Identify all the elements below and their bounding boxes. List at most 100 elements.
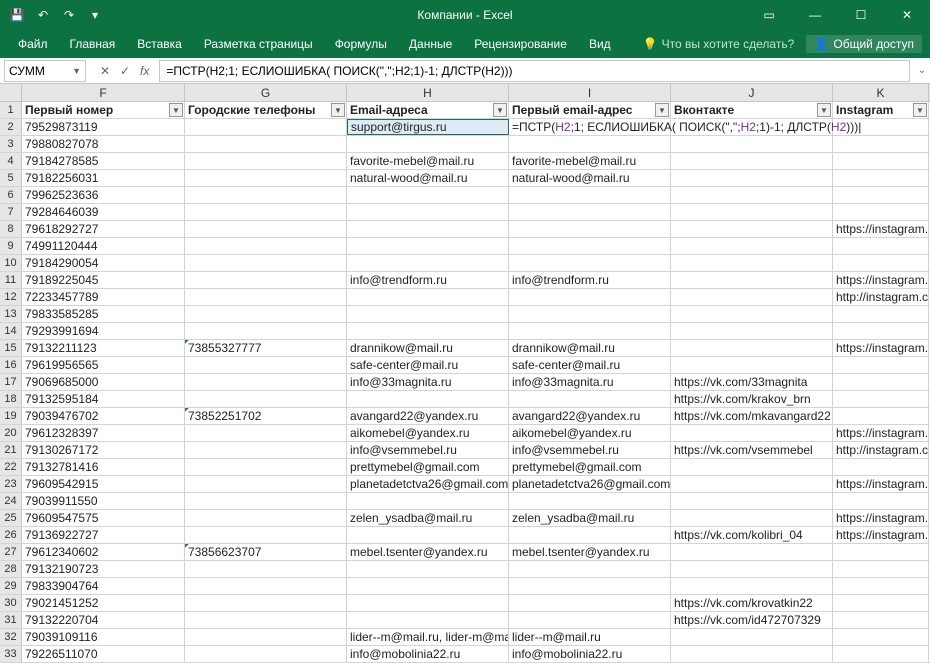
row-header[interactable]: 22 [0,459,22,475]
cell[interactable] [833,544,929,560]
cell[interactable] [185,289,347,305]
cell[interactable] [185,476,347,492]
cell[interactable] [185,238,347,254]
cell[interactable] [671,204,833,220]
row-header[interactable]: 4 [0,153,22,169]
row-header[interactable]: 30 [0,595,22,611]
cell[interactable] [833,204,929,220]
row-header[interactable]: 32 [0,629,22,645]
cell[interactable] [671,510,833,526]
row-header[interactable]: 21 [0,442,22,458]
tell-me-search[interactable]: 💡 Что вы хотите сделать? [643,37,795,51]
cell[interactable] [185,510,347,526]
cell[interactable] [185,425,347,441]
cell[interactable] [185,153,347,169]
cell[interactable] [347,323,509,339]
cell[interactable] [833,561,929,577]
cell[interactable] [833,459,929,475]
cell[interactable]: drannikow@mail.ru [347,340,509,356]
cell[interactable]: 79069685000 [22,374,185,390]
filter-button[interactable]: ▼ [913,103,927,117]
cell[interactable] [347,306,509,322]
cell[interactable]: safe-center@mail.ru [347,357,509,373]
maximize-button[interactable]: ☐ [838,0,884,30]
cell[interactable]: favorite-mebel@mail.ru [347,153,509,169]
cell[interactable]: https://vk.com/krovatkin22 [671,595,833,611]
cell[interactable] [185,442,347,458]
cell[interactable]: info@vsemmebel.ru [509,442,671,458]
cell[interactable]: 79880827078 [22,136,185,152]
cell[interactable]: 79293991694 [22,323,185,339]
ribbon-options-icon[interactable]: ▭ [746,0,792,30]
cell[interactable] [185,374,347,390]
cell[interactable]: https://instagram.co [833,340,929,356]
row-header[interactable]: 14 [0,323,22,339]
cell[interactable]: avangard22@yandex.ru [509,408,671,424]
cell[interactable]: 79619956565 [22,357,185,373]
tab-view[interactable]: Вид [579,32,621,56]
cell[interactable]: ◤73852251702 [185,408,347,424]
cell[interactable]: 79132595184 [22,391,185,407]
cell[interactable]: https://vk.com/33magnita [671,374,833,390]
cell[interactable]: 79612328397 [22,425,185,441]
cell[interactable] [347,391,509,407]
cell[interactable] [671,425,833,441]
cell[interactable] [185,595,347,611]
save-icon[interactable]: 💾 [6,4,28,26]
filter-button[interactable]: ▼ [817,103,831,117]
cell[interactable]: support@tirgus.ru [347,119,509,135]
cell[interactable]: 79226511070 [22,646,185,662]
cell[interactable]: info@vsemmebel.ru [347,442,509,458]
cell[interactable] [347,595,509,611]
column-header-J[interactable]: J [671,84,833,101]
cell[interactable] [509,612,671,628]
cell[interactable] [671,340,833,356]
cell[interactable] [509,595,671,611]
undo-icon[interactable]: ↶ [32,4,54,26]
cell[interactable] [833,595,929,611]
row-header[interactable]: 29 [0,578,22,594]
cell[interactable]: lider--m@mail.ru [509,629,671,645]
cell[interactable]: natural-wood@mail.ru [509,170,671,186]
cell[interactable] [185,612,347,628]
cell[interactable] [347,289,509,305]
cell[interactable] [833,238,929,254]
cell[interactable] [671,170,833,186]
tab-insert[interactable]: Вставка [127,32,192,56]
row-header[interactable]: 27 [0,544,22,560]
row-header[interactable]: 18 [0,391,22,407]
tab-file[interactable]: Файл [8,32,58,56]
cell[interactable] [185,527,347,543]
row-header[interactable]: 23 [0,476,22,492]
cell[interactable] [347,612,509,628]
cell[interactable]: info@trendform.ru [347,272,509,288]
cell[interactable]: 79609547575 [22,510,185,526]
cell[interactable] [671,578,833,594]
cell[interactable] [185,204,347,220]
cell[interactable] [185,629,347,645]
cell[interactable]: lider--m@mail.ru, lider-m@mai [347,629,509,645]
cell[interactable] [185,391,347,407]
row-header[interactable]: 15 [0,340,22,356]
cell[interactable] [509,527,671,543]
cell[interactable]: http://instagram.con [833,442,929,458]
row-header[interactable]: 10 [0,255,22,271]
row-header[interactable]: 16 [0,357,22,373]
cell[interactable]: 79618292727 [22,221,185,237]
cell[interactable]: 79039476702 [22,408,185,424]
tab-data[interactable]: Данные [399,32,462,56]
cell[interactable]: https://vk.com/krakov_brn [671,391,833,407]
name-box[interactable]: СУММ ▼ [4,60,86,82]
cell[interactable]: https://instagram.co [833,272,929,288]
cell[interactable] [833,374,929,390]
filter-button[interactable]: ▼ [331,103,345,117]
row-header[interactable]: 24 [0,493,22,509]
cell[interactable]: mebel.tsenter@yandex.ru [509,544,671,560]
row-header[interactable]: 13 [0,306,22,322]
cell[interactable] [185,272,347,288]
cell[interactable] [509,187,671,203]
cell[interactable] [833,136,929,152]
grid-body[interactable]: 1Первый номер▼Городские телефоны▼Email-а… [0,102,930,663]
cell[interactable]: info@trendform.ru [509,272,671,288]
cell[interactable]: prettymebel@gmail.com [347,459,509,475]
